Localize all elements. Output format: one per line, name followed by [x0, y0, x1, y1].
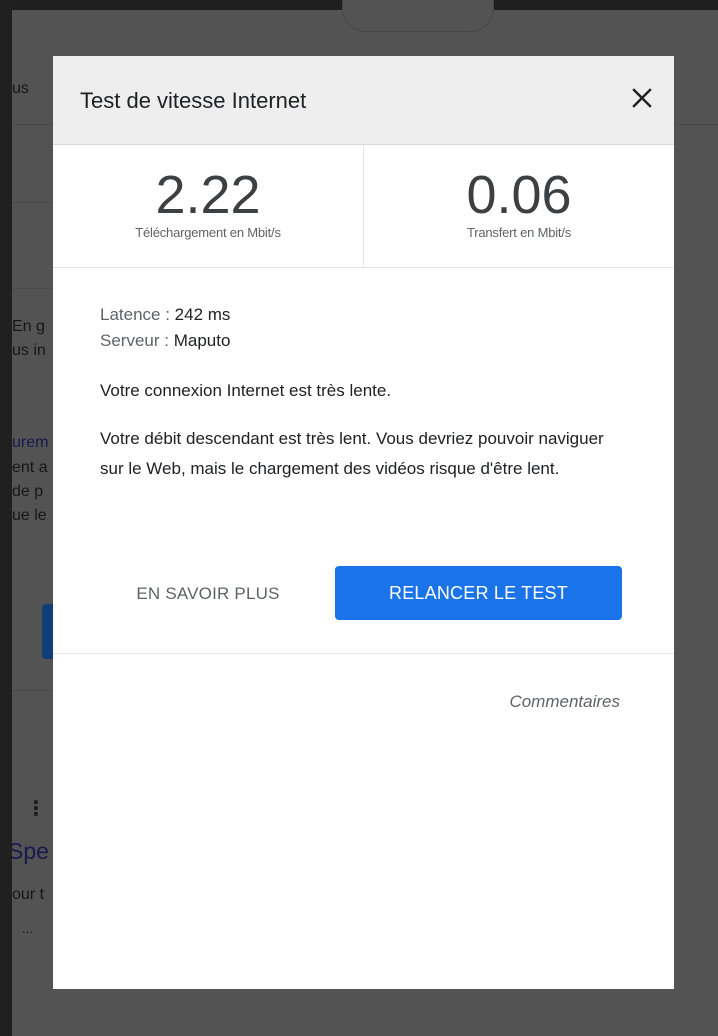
window-edge	[0, 0, 12, 1036]
upload-speed-value: 0.06	[466, 165, 572, 225]
background-result-title: Spe	[12, 838, 49, 864]
background-text: us in	[12, 342, 46, 359]
server-row: Serveur : Maputo	[100, 328, 627, 354]
result-details: Latence : 242 ms Serveur : Maputo Votre …	[53, 268, 674, 484]
dialog-divider	[53, 653, 674, 654]
background-link: urem	[12, 434, 49, 451]
kebab-icon: ⋮	[26, 798, 46, 820]
dialog-header: Test de vitesse Internet	[53, 56, 674, 145]
download-result: 2.22 Téléchargement en Mbit/s	[53, 145, 363, 267]
close-button[interactable]	[626, 82, 658, 114]
server-value: Maputo	[173, 331, 231, 350]
close-icon	[632, 88, 652, 108]
speed-results: 2.22 Téléchargement en Mbit/s 0.06 Trans…	[53, 145, 674, 268]
upload-speed-label: Transfert en Mbit/s	[466, 225, 572, 240]
server-label: Serveur :	[100, 331, 174, 350]
background-tab-fragment: us	[12, 80, 29, 97]
background-search-box	[342, 0, 494, 32]
background-text: ue le	[12, 507, 47, 524]
background-text: de p	[12, 483, 44, 500]
rerun-test-button[interactable]: RELANCER LE TEST	[335, 566, 622, 620]
latency-row: Latence : 242 ms	[100, 302, 627, 328]
background-text: En g	[12, 318, 45, 335]
connection-summary: Votre connexion Internet est très lente.	[100, 381, 392, 400]
latency-value: 242 ms	[174, 305, 231, 324]
speed-test-dialog: Test de vitesse Internet 2.22 Télécharge…	[53, 56, 674, 989]
connection-description: Votre débit descendant est très lent. Vo…	[100, 429, 604, 478]
download-speed-label: Téléchargement en Mbit/s	[135, 225, 281, 240]
latency-label: Latence :	[100, 305, 175, 324]
dialog-title: Test de vitesse Internet	[80, 88, 307, 113]
background-ellipsis: ...	[22, 921, 33, 936]
learn-more-button[interactable]: EN SAVOIR PLUS	[106, 566, 310, 622]
background-text: ent a	[12, 459, 48, 476]
feedback-link[interactable]: Commentaires	[509, 692, 620, 712]
background-text: our t	[12, 886, 45, 903]
download-speed-value: 2.22	[155, 165, 261, 225]
upload-result: 0.06 Transfert en Mbit/s	[363, 145, 674, 267]
dialog-actions: EN SAVOIR PLUS RELANCER LE TEST	[53, 566, 674, 622]
